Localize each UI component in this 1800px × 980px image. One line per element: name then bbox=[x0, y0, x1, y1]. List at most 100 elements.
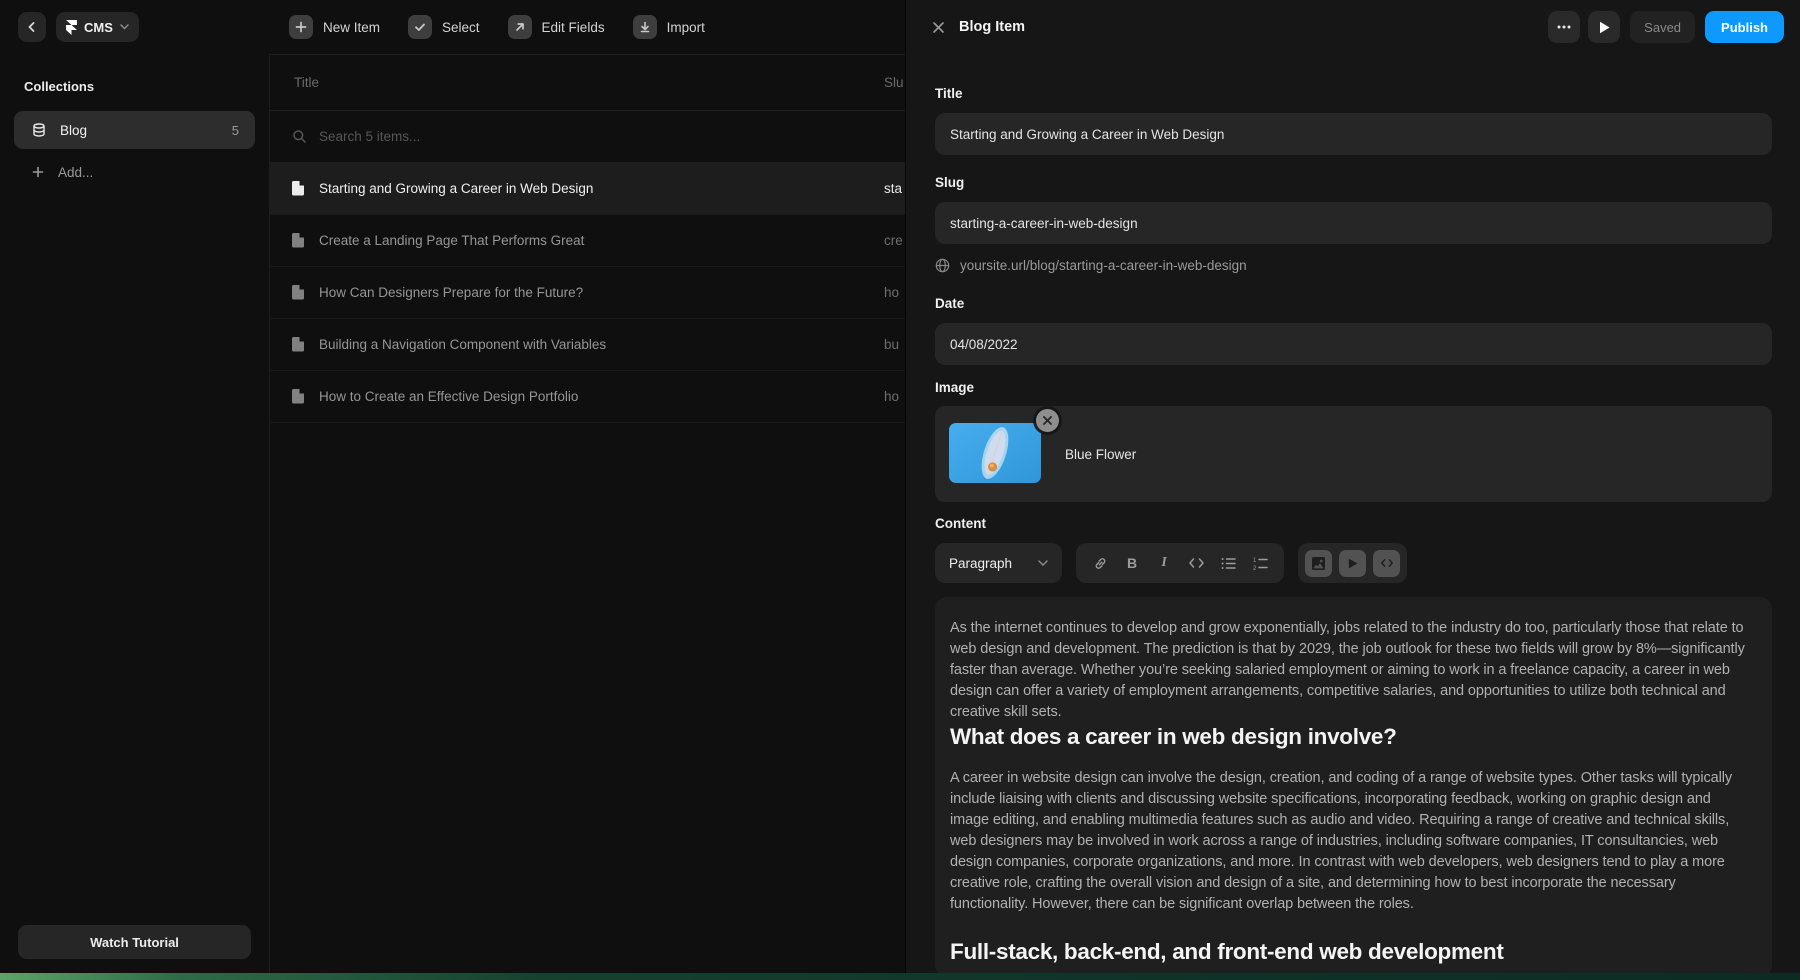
embed-icon bbox=[1381, 558, 1393, 568]
list-item-title: Create a Landing Page That Performs Grea… bbox=[319, 233, 584, 248]
arrow-up-right-icon bbox=[508, 15, 532, 39]
plus-icon bbox=[32, 166, 44, 178]
bold-button[interactable]: B bbox=[1116, 543, 1148, 583]
block-type-select[interactable]: Paragraph bbox=[935, 543, 1062, 583]
site-canvas-strip bbox=[0, 973, 1800, 980]
editor-paragraph: A career in website design can involve t… bbox=[950, 768, 1746, 915]
list-item-title: Starting and Growing a Career in Web Des… bbox=[319, 181, 593, 196]
cms-window: CMS New Item Select bbox=[0, 0, 905, 973]
content-editor[interactable]: As the internet continues to develop and… bbox=[935, 597, 1772, 977]
code-button[interactable] bbox=[1180, 543, 1212, 583]
date-field-label: Date bbox=[935, 296, 1772, 311]
preview-button[interactable] bbox=[1588, 11, 1620, 43]
saved-button[interactable]: Saved bbox=[1630, 11, 1695, 43]
content-field-label: Content bbox=[935, 516, 1772, 531]
panel-header: Blog Item Saved Publish bbox=[906, 0, 1800, 54]
image-icon bbox=[1312, 557, 1325, 570]
publish-button[interactable]: Publish bbox=[1705, 11, 1784, 43]
title-field-label: Title bbox=[935, 86, 1772, 101]
list-item[interactable]: Create a Landing Page That Performs Grea… bbox=[270, 215, 905, 267]
list-item-slug: bu bbox=[884, 337, 904, 352]
select-label: Select bbox=[442, 20, 480, 35]
chevron-down-icon bbox=[120, 24, 129, 30]
back-chevron-icon bbox=[26, 21, 38, 33]
sidebar-item-blog[interactable]: Blog 5 bbox=[14, 111, 255, 149]
media-toolbar bbox=[1298, 543, 1407, 583]
close-icon bbox=[932, 21, 945, 34]
list-item-title: Building a Navigation Component with Var… bbox=[319, 337, 606, 352]
toolbar: New Item Select Edit Fields Import bbox=[289, 0, 705, 54]
italic-icon: I bbox=[1161, 555, 1166, 571]
list-item[interactable]: How Can Designers Prepare for the Future… bbox=[270, 267, 905, 319]
list-item-slug: sta bbox=[884, 181, 904, 196]
database-icon bbox=[32, 123, 46, 137]
item-editor-panel: Blog Item Saved Publish Title Starting a… bbox=[905, 0, 1800, 973]
content-toolbar: Paragraph B I bbox=[935, 543, 1772, 583]
list-item-slug: ho bbox=[884, 389, 904, 404]
arrow-down-icon bbox=[633, 15, 657, 39]
add-collection-button[interactable]: Add... bbox=[14, 155, 255, 189]
numbered-list-button[interactable]: 12 bbox=[1244, 543, 1276, 583]
format-toolbar: B I 12 bbox=[1076, 543, 1284, 583]
file-icon bbox=[292, 233, 305, 248]
code-icon bbox=[1189, 557, 1204, 569]
more-options-button[interactable] bbox=[1548, 11, 1580, 43]
new-item-button[interactable]: New Item bbox=[289, 15, 380, 39]
image-thumbnail[interactable] bbox=[949, 423, 1041, 483]
list-item[interactable]: Building a Navigation Component with Var… bbox=[270, 319, 905, 371]
sidebar-item-count: 5 bbox=[232, 123, 239, 138]
link-button[interactable] bbox=[1084, 543, 1116, 583]
edit-fields-label: Edit Fields bbox=[542, 20, 605, 35]
editor-heading: What does a career in web design involve… bbox=[950, 723, 1746, 750]
insert-video-button[interactable] bbox=[1339, 550, 1366, 577]
close-panel-button[interactable] bbox=[932, 21, 945, 34]
panel-title: Blog Item bbox=[959, 19, 1025, 35]
select-button[interactable]: Select bbox=[408, 15, 480, 39]
bullet-list-button[interactable] bbox=[1212, 543, 1244, 583]
bullet-list-icon bbox=[1221, 557, 1236, 570]
list-item-slug: ho bbox=[884, 285, 904, 300]
edit-fields-button[interactable]: Edit Fields bbox=[508, 15, 605, 39]
watch-tutorial-button[interactable]: Watch Tutorial bbox=[18, 925, 251, 959]
file-icon bbox=[292, 337, 305, 352]
svg-text:2: 2 bbox=[1253, 566, 1257, 570]
search-icon bbox=[292, 129, 307, 144]
list-item-title: How to Create an Effective Design Portfo… bbox=[319, 389, 578, 404]
url-preview-text: yoursite.url/blog/starting-a-career-in-w… bbox=[960, 258, 1247, 273]
column-header-title[interactable]: Title bbox=[294, 75, 319, 90]
title-field[interactable]: Starting and Growing a Career in Web Des… bbox=[935, 113, 1772, 155]
import-button[interactable]: Import bbox=[633, 15, 705, 39]
back-button[interactable] bbox=[18, 12, 46, 42]
search-input[interactable]: Search 5 items... bbox=[270, 111, 905, 163]
list-item[interactable]: Starting and Growing a Career in Web Des… bbox=[270, 163, 905, 215]
slug-field[interactable]: starting-a-career-in-web-design bbox=[935, 202, 1772, 244]
list-header: Title Slu bbox=[270, 55, 905, 111]
play-icon bbox=[1599, 21, 1610, 34]
svg-text:1: 1 bbox=[1253, 558, 1257, 564]
insert-embed-button[interactable] bbox=[1373, 550, 1400, 577]
insert-image-button[interactable] bbox=[1305, 550, 1332, 577]
file-icon bbox=[292, 285, 305, 300]
italic-button[interactable]: I bbox=[1148, 543, 1180, 583]
collections-sidebar: Collections Blog 5 Add... Watch Tutorial bbox=[0, 54, 270, 973]
block-type-value: Paragraph bbox=[949, 556, 1012, 571]
add-collection-label: Add... bbox=[58, 165, 93, 180]
editor-heading: Full-stack, back-end, and front-end web … bbox=[950, 938, 1746, 965]
file-icon bbox=[292, 181, 305, 196]
column-header-slug[interactable]: Slu bbox=[884, 75, 904, 90]
file-icon bbox=[292, 389, 305, 404]
image-field[interactable]: Blue Flower bbox=[935, 406, 1772, 502]
collections-header: Collections bbox=[0, 54, 269, 94]
cms-topbar: CMS New Item Select bbox=[0, 0, 905, 54]
list-item-title: How Can Designers Prepare for the Future… bbox=[319, 285, 583, 300]
link-icon bbox=[1093, 556, 1108, 571]
collection-switcher[interactable]: CMS bbox=[56, 12, 139, 42]
globe-icon bbox=[935, 258, 950, 273]
url-preview: yoursite.url/blog/starting-a-career-in-w… bbox=[935, 258, 1772, 273]
check-icon bbox=[408, 15, 432, 39]
remove-image-icon[interactable] bbox=[1036, 409, 1059, 432]
editor-paragraph: As the internet continues to develop and… bbox=[950, 618, 1746, 723]
video-icon bbox=[1348, 558, 1358, 569]
list-item[interactable]: How to Create an Effective Design Portfo… bbox=[270, 371, 905, 423]
date-field[interactable]: 04/08/2022 bbox=[935, 323, 1772, 365]
